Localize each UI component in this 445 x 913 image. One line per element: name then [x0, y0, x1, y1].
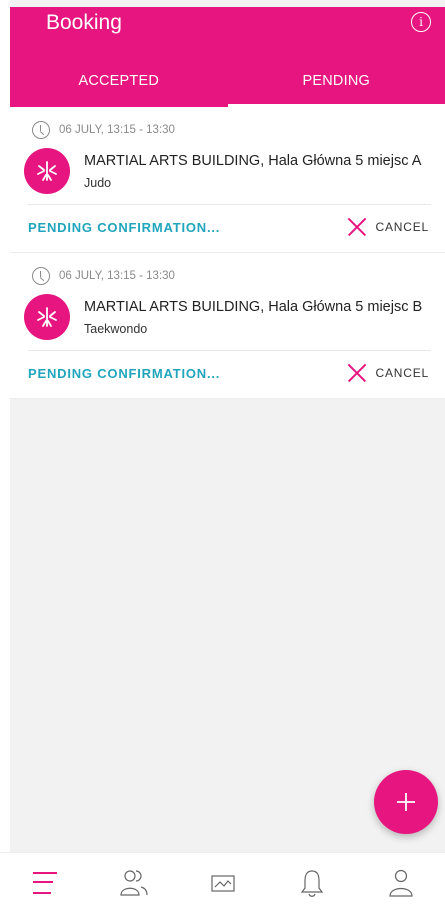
close-icon [347, 217, 367, 237]
card-divider [28, 350, 431, 351]
nav-gallery[interactable] [193, 858, 253, 908]
nav-menu[interactable] [15, 858, 75, 908]
card-divider [28, 204, 431, 205]
clock-icon [32, 121, 50, 139]
booking-activity: Judo [84, 176, 112, 190]
cancel-label: CANCEL [375, 366, 429, 380]
booking-activity: Taekwondo [84, 322, 148, 336]
left-safe-area [0, 0, 10, 913]
page-title: Booking [46, 11, 122, 34]
close-icon [347, 363, 367, 383]
cancel-button[interactable]: CANCEL [347, 217, 429, 237]
booking-card: 06 JULY, 13:15 - 13:30 MARTIAL ARTS BUIL… [10, 107, 445, 253]
cancel-button[interactable]: CANCEL [347, 363, 429, 383]
tab-pending[interactable]: PENDING [227, 67, 445, 107]
tab-bar: ACCEPTED PENDING [10, 67, 445, 107]
booking-status: PENDING CONFIRMATION... [28, 220, 221, 235]
cancel-label: CANCEL [375, 220, 429, 234]
people-icon [119, 870, 148, 896]
booking-list: 06 JULY, 13:15 - 13:30 MARTIAL ARTS BUIL… [10, 107, 445, 399]
plus-icon [397, 793, 415, 811]
booking-time-row: 06 JULY, 13:15 - 13:30 [32, 267, 175, 285]
booking-card: 06 JULY, 13:15 - 13:30 MARTIAL ARTS BUIL… [10, 253, 445, 399]
martial-arts-icon [24, 148, 70, 194]
booking-screen: Booking i ACCEPTED PENDING 06 JULY, 13:1… [0, 0, 445, 913]
clock-icon [32, 267, 50, 285]
nav-people[interactable] [104, 858, 164, 908]
app-bar: Booking i ACCEPTED PENDING [10, 7, 445, 107]
bell-icon [300, 870, 323, 897]
booking-venue: MARTIAL ARTS BUILDING, Hala Główna 5 mie… [84, 153, 422, 169]
image-icon [210, 875, 235, 892]
nav-profile[interactable] [371, 858, 431, 908]
profile-icon [388, 869, 413, 897]
booking-time: 06 JULY, 13:15 - 13:30 [59, 270, 175, 282]
booking-time-row: 06 JULY, 13:15 - 13:30 [32, 121, 175, 139]
booking-status: PENDING CONFIRMATION... [28, 366, 221, 381]
nav-notifications[interactable] [282, 858, 342, 908]
booking-time: 06 JULY, 13:15 - 13:30 [59, 124, 175, 136]
info-icon[interactable]: i [411, 12, 431, 32]
martial-arts-icon [24, 294, 70, 340]
menu-icon [32, 872, 57, 894]
booking-venue: MARTIAL ARTS BUILDING, Hala Główna 5 mie… [84, 299, 423, 315]
tab-accepted[interactable]: ACCEPTED [10, 67, 228, 107]
bottom-nav [0, 852, 445, 913]
add-booking-button[interactable] [374, 770, 438, 834]
